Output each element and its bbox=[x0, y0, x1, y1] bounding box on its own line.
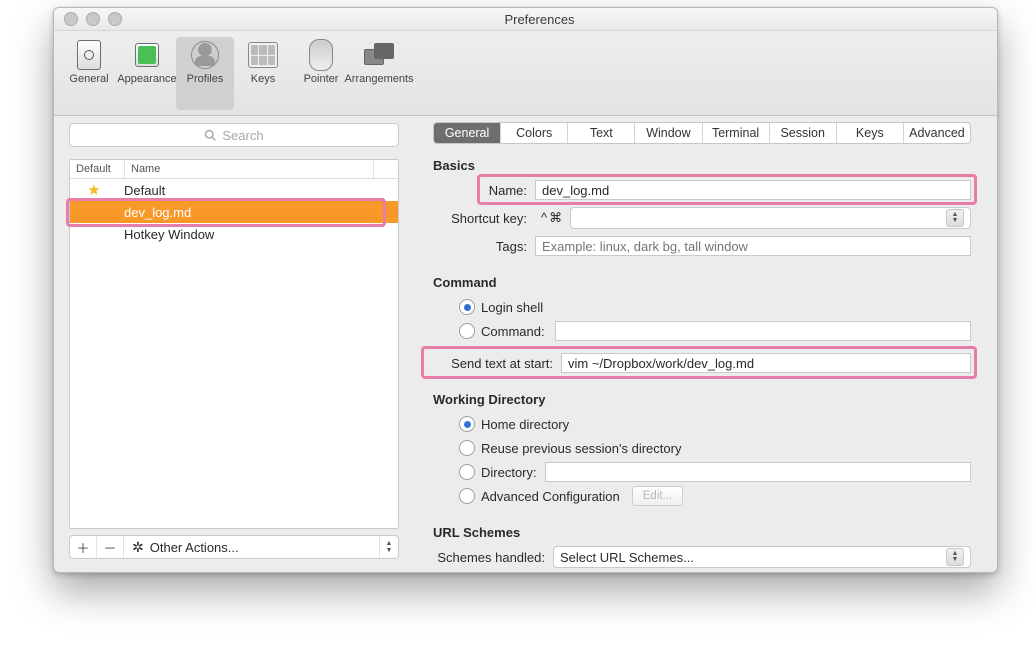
switch-icon bbox=[74, 40, 104, 70]
tab-text[interactable]: Text bbox=[568, 123, 635, 143]
shortcut-dropdown[interactable]: ▲▼ bbox=[570, 207, 971, 229]
login-shell-label: Login shell bbox=[481, 300, 543, 315]
chevron-down-icon: ▲▼ bbox=[946, 548, 964, 566]
zoom-icon[interactable] bbox=[108, 12, 122, 26]
directory-field[interactable] bbox=[545, 462, 971, 482]
toolbar-keys[interactable]: Keys bbox=[234, 37, 292, 110]
name-field[interactable] bbox=[535, 180, 971, 200]
traffic-lights bbox=[64, 12, 122, 26]
advanced-config-label: Advanced Configuration bbox=[481, 489, 620, 504]
right-panel: General Colors Text Window Terminal Sess… bbox=[399, 108, 997, 572]
command-field[interactable] bbox=[555, 321, 971, 341]
schemes-label: Schemes handled: bbox=[433, 550, 553, 565]
advanced-config-radio[interactable] bbox=[459, 488, 475, 504]
send-label: Send text at start: bbox=[433, 356, 561, 371]
tab-keys[interactable]: Keys bbox=[837, 123, 904, 143]
toolbar-appearance[interactable]: Appearance bbox=[118, 37, 176, 110]
home-dir-label: Home directory bbox=[481, 417, 569, 432]
toolbar-label: Pointer bbox=[304, 73, 339, 85]
list-item[interactable]: Hotkey Window bbox=[70, 223, 398, 245]
remove-profile-button[interactable]: － bbox=[97, 536, 124, 558]
toolbar-label: Keys bbox=[251, 73, 275, 85]
tab-advanced[interactable]: Advanced bbox=[904, 123, 970, 143]
search-placeholder: Search bbox=[222, 128, 263, 143]
toolbar-label: General bbox=[69, 73, 108, 85]
profiles-icon bbox=[190, 40, 220, 70]
profiles-list[interactable]: Default Name ★ Default dev_log.md H bbox=[69, 159, 399, 529]
schemes-value: Select URL Schemes... bbox=[560, 550, 694, 565]
edit-button[interactable]: Edit... bbox=[632, 486, 683, 506]
window-title: Preferences bbox=[122, 12, 997, 27]
mouse-icon bbox=[306, 40, 336, 70]
toolbar-pointer[interactable]: Pointer bbox=[292, 37, 350, 110]
directory-radio[interactable] bbox=[459, 464, 475, 480]
search-input[interactable]: Search bbox=[69, 123, 399, 147]
home-dir-radio[interactable] bbox=[459, 416, 475, 432]
tab-window[interactable]: Window bbox=[635, 123, 702, 143]
toolbar-label: Profiles bbox=[187, 73, 224, 85]
titlebar: Preferences bbox=[54, 8, 997, 31]
tags-label: Tags: bbox=[433, 239, 535, 254]
profile-name: Hotkey Window bbox=[118, 227, 398, 242]
profile-tabs: General Colors Text Window Terminal Sess… bbox=[433, 122, 971, 144]
minimize-icon[interactable] bbox=[86, 12, 100, 26]
tab-session[interactable]: Session bbox=[770, 123, 837, 143]
profiles-header: Default Name bbox=[70, 160, 398, 179]
directory-label: Directory: bbox=[481, 465, 545, 480]
col-name[interactable]: Name bbox=[125, 160, 374, 178]
preferences-window: Preferences General Appearance Profiles … bbox=[53, 7, 998, 573]
toolbar-label: Appearance bbox=[117, 73, 176, 85]
reuse-dir-radio[interactable] bbox=[459, 440, 475, 456]
profile-name: Default bbox=[118, 183, 398, 198]
section-basics: Basics bbox=[433, 158, 971, 173]
tab-terminal[interactable]: Terminal bbox=[703, 123, 770, 143]
toolbar: General Appearance Profiles Keys Pointer… bbox=[54, 31, 997, 116]
other-actions-menu[interactable]: ✲ Other Actions... bbox=[124, 536, 379, 558]
toolbar-general[interactable]: General bbox=[60, 37, 118, 110]
tab-colors[interactable]: Colors bbox=[501, 123, 568, 143]
add-profile-button[interactable]: ＋ bbox=[70, 536, 97, 558]
tab-general[interactable]: General bbox=[434, 123, 501, 143]
command-label: Command: bbox=[481, 324, 555, 339]
login-shell-radio[interactable] bbox=[459, 299, 475, 315]
section-command: Command bbox=[433, 275, 971, 290]
toolbar-label: Arrangements bbox=[344, 73, 413, 85]
stepper-icon: ▲▼ bbox=[946, 209, 964, 227]
toolbar-profiles[interactable]: Profiles bbox=[176, 37, 234, 110]
toolbar-arrangements[interactable]: Arrangements bbox=[350, 37, 408, 110]
name-label: Name: bbox=[433, 183, 535, 198]
left-panel: Search Default Name ★ Default dev_l bbox=[54, 108, 399, 572]
shortcut-label: Shortcut key: bbox=[433, 211, 535, 226]
col-default[interactable]: Default bbox=[70, 160, 125, 178]
search-icon bbox=[204, 129, 216, 141]
list-item[interactable]: ★ Default bbox=[70, 179, 398, 201]
command-radio[interactable] bbox=[459, 323, 475, 339]
section-url: URL Schemes bbox=[433, 525, 971, 540]
star-icon: ★ bbox=[87, 181, 100, 199]
list-item[interactable]: dev_log.md bbox=[70, 201, 398, 223]
section-workdir: Working Directory bbox=[433, 392, 971, 407]
other-actions-label: Other Actions... bbox=[150, 540, 239, 555]
arrangements-icon bbox=[364, 40, 394, 70]
keys-icon bbox=[248, 40, 278, 70]
tags-field[interactable] bbox=[535, 236, 971, 256]
chevron-down-icon[interactable]: ▲▼ bbox=[379, 536, 398, 558]
profile-name: dev_log.md bbox=[118, 205, 398, 220]
profiles-actions: ＋ － ✲ Other Actions... ▲▼ bbox=[69, 535, 399, 559]
shortcut-symbols: ^⌘ bbox=[535, 210, 570, 226]
appearance-icon bbox=[132, 40, 162, 70]
gear-icon: ✲ bbox=[132, 539, 144, 556]
reuse-dir-label: Reuse previous session's directory bbox=[481, 441, 681, 456]
schemes-dropdown[interactable]: Select URL Schemes... ▲▼ bbox=[553, 546, 971, 568]
send-text-field[interactable] bbox=[561, 353, 971, 373]
close-icon[interactable] bbox=[64, 12, 78, 26]
